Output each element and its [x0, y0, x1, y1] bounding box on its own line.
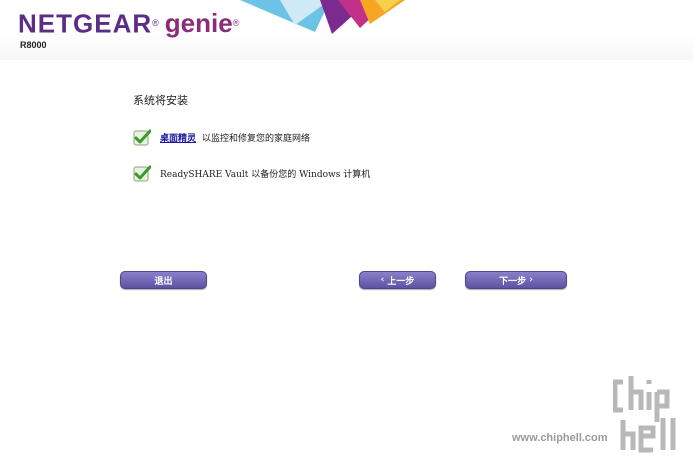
chiphell-watermark-logo	[613, 376, 676, 453]
install-list-title: 系统将安装	[133, 94, 188, 107]
desktop-genie-link[interactable]: 桌面精灵	[160, 134, 196, 144]
header-decoration-graphic	[240, 0, 405, 34]
readyshare-vault-description: ReadySHARE Vault 以备份您的 Windows 计算机	[160, 169, 371, 180]
chevron-left-icon: ‹	[380, 275, 388, 285]
next-button[interactable]: 下一步 ›	[465, 271, 567, 289]
watermark-url: www.chiphell.com	[512, 432, 608, 444]
router-model-label: R8000	[20, 40, 47, 50]
exit-button-label: 退出	[154, 276, 173, 287]
brand-name: NETGEAR	[18, 8, 153, 39]
exit-button[interactable]: 退出	[120, 271, 207, 289]
chevron-right-icon: ›	[526, 275, 533, 285]
next-button-label: 下一步	[499, 276, 527, 287]
previous-button-label: 上一步	[387, 276, 415, 287]
brand-registered-mark: ®	[152, 18, 159, 28]
checkmark-icon	[133, 129, 151, 146]
install-item-readyshare-vault: ReadySHARE Vault 以备份您的 Windows 计算机	[133, 164, 370, 182]
install-item-text: 桌面精灵 以监控和修复您的家庭网络	[160, 131, 310, 144]
netgear-genie-logo: NETGEAR® genie®	[18, 6, 239, 45]
previous-button[interactable]: ‹ 上一步	[359, 271, 436, 289]
checkmark-icon	[133, 165, 151, 182]
desktop-genie-description: 以监控和修复您的家庭网络	[202, 133, 311, 144]
install-item-desktop-genie: 桌面精灵 以监控和修复您的家庭网络	[133, 128, 310, 146]
